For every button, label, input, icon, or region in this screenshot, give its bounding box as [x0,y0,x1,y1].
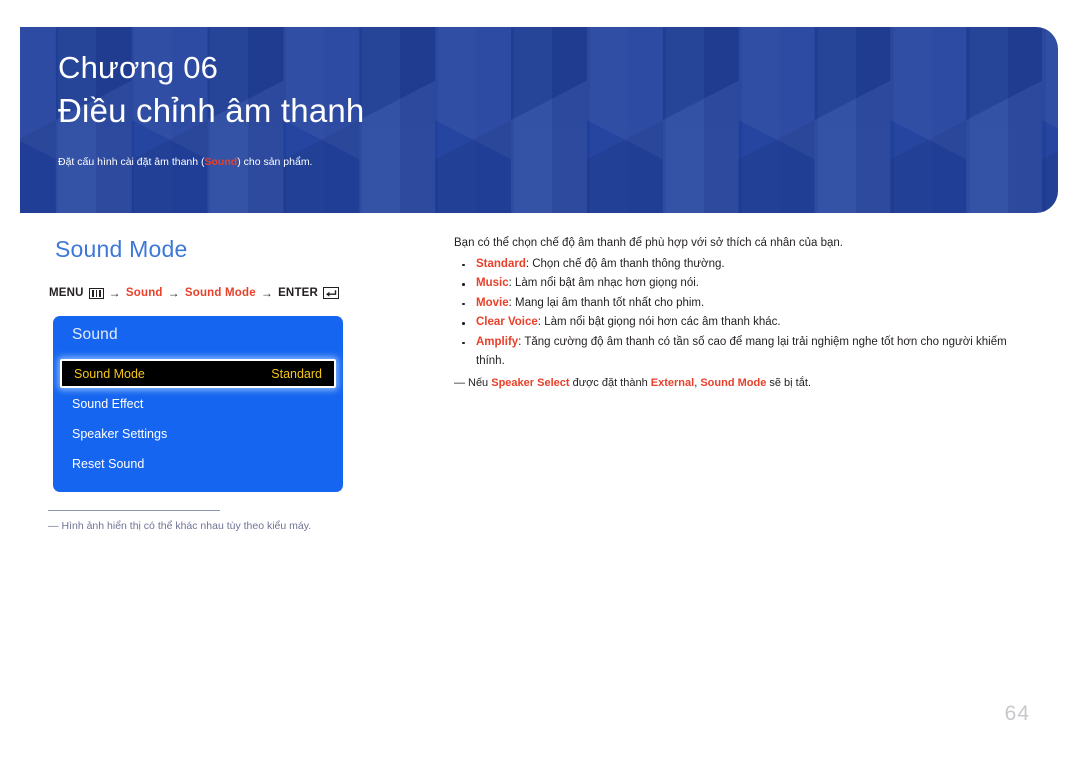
osd-item-label: Sound Effect [72,396,144,411]
list-item: Movie: Mang lại âm thanh tốt nhất cho ph… [454,294,1024,314]
option-desc: : Làm nổi bật giọng nói hơn các âm thanh… [537,316,781,328]
breadcrumb: MENU → Sound → Sound Mode → ENTER [49,286,340,300]
page-title: Sound Mode [55,236,188,262]
footnote-dash: ― [454,376,465,389]
breadcrumb-arrow-1: → [108,286,121,300]
option-term: Standard [476,257,526,270]
breadcrumb-step-sound: Sound [125,287,163,299]
osd-item-label: Speaker Settings [72,426,168,441]
sound-mode-options-list: Standard: Chọn chế độ âm thanh thông thư… [454,255,1024,372]
banner-description: Đặt cấu hình cài đặt âm thanh (Sound) ch… [58,155,1038,170]
osd-item-speaker-settings[interactable]: Speaker Settings [53,419,343,448]
osd-item-reset-sound[interactable]: Reset Sound [53,449,343,478]
list-item: Standard: Chọn chế độ âm thanh thông thư… [454,255,1024,275]
banner-desc-after: ) cho sản phẩm. [237,156,313,168]
osd-item-label: Sound Mode [74,366,145,381]
right-footnote: ― Nếu Speaker Select được đặt thành Exter… [454,375,1024,392]
menu-bars-icon [88,287,104,299]
list-item: Clear Voice: Làm nổi bật giọng nói hơn c… [454,313,1024,333]
banner-text-block: Chương 06 Điều chỉnh âm thanh Đặt cấu hì… [58,47,1038,170]
list-item: Amplify: Tăng cường độ âm thanh có tần s… [454,333,1024,372]
option-desc: : Mang lại âm thanh tốt nhất cho phim. [508,296,705,309]
breadcrumb-enter-label: ENTER [278,287,319,299]
left-footnote: ― Hình ảnh hiển thị có thể khác nhau tùy … [48,519,378,534]
footnote-divider [48,510,220,511]
footnote-dash: ― [48,520,59,532]
chapter-label: Chương 06 [58,50,219,85]
banner-desc-before: Đặt cấu hình cài đặt âm thanh ( [58,156,205,168]
breadcrumb-menu-label: MENU [49,287,84,299]
footnote-text: Hình ảnh hiển thị có thể khác nhau tùy t… [61,520,312,532]
breadcrumb-arrow-2: → [167,286,180,300]
option-term: Clear Voice [476,316,538,328]
note-text-1: Nếu [468,376,492,389]
note-term-external: External [650,376,695,389]
content-column: Bạn có thể chọn chế độ âm thanh để phù h… [454,234,1024,392]
page-number: 64 [1004,702,1030,725]
note-text-4: sẽ bị tắt. [766,376,811,389]
chapter-banner: Chương 06 Điều chỉnh âm thanh Đặt cấu hì… [20,27,1058,213]
note-text-2: được đặt thành [569,376,651,389]
option-desc: : Làm nổi bật âm nhạc hơn giọng nói. [508,277,699,289]
intro-paragraph: Bạn có thể chọn chế độ âm thanh để phù h… [454,237,843,249]
breadcrumb-arrow-3: → [260,286,274,300]
option-desc: : Tăng cường độ âm thanh có tần số cao đ… [476,335,1007,368]
option-term: Amplify [476,335,519,348]
note-term-sound-mode: Sound Mode [700,376,767,389]
osd-panel-title: Sound [72,326,118,343]
enter-key-icon [323,287,340,299]
breadcrumb-step-sound-mode: Sound Mode [184,287,256,299]
osd-menu-panel: Sound Sound Mode Standard Sound Effect S… [53,316,343,492]
option-term: Music [476,277,509,289]
osd-item-value: Standard [271,366,322,381]
osd-item-sound-effect[interactable]: Sound Effect [53,389,343,418]
osd-item-label: Reset Sound [72,456,145,471]
option-desc: : Chọn chế độ âm thanh thông thường. [525,257,725,270]
note-term-speaker-select: Speaker Select [491,376,570,389]
chapter-title: Điều chỉnh âm thanh [58,92,365,129]
osd-menu-list: Sound Mode Standard Sound Effect Speaker… [53,359,343,478]
option-term: Movie [476,296,509,309]
banner-desc-highlight: Sound [204,156,238,168]
list-item: Music: Làm nổi bật âm nhạc hơn giọng nói… [454,274,1024,294]
osd-item-sound-mode[interactable]: Sound Mode Standard [60,359,336,388]
